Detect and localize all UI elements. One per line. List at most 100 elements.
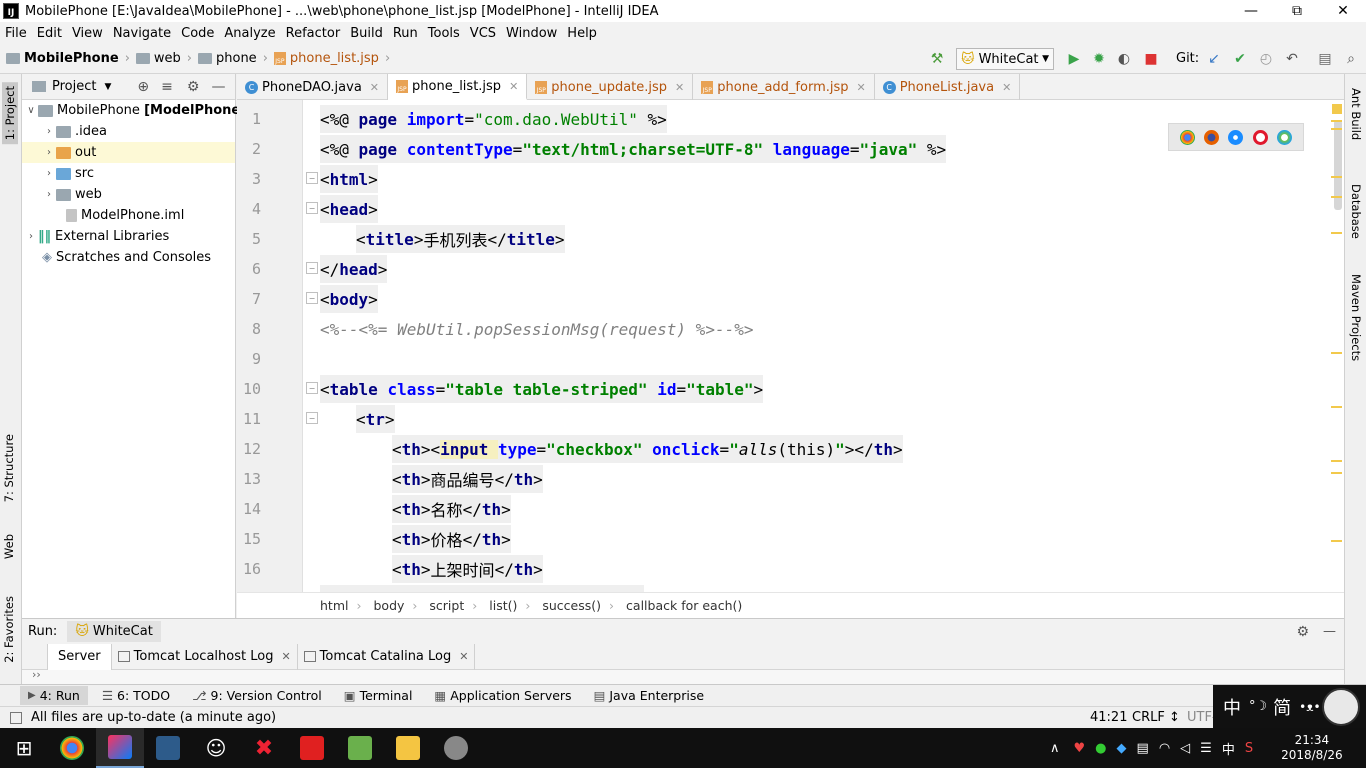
run-output-area[interactable]: ›› [22,668,1344,684]
tool-tab-favorites[interactable]: 2: Favorites [2,596,16,663]
tab-phone-update[interactable]: JSP phone_update.jsp ✕ [527,74,694,100]
ime-punctuation[interactable]: °☽ [1249,699,1267,714]
windows-start-icon[interactable]: ⊞ [0,728,48,768]
tool-tab-maven[interactable]: Maven Projects [1349,274,1363,361]
fold-toggle-icon[interactable]: − [306,382,318,394]
xmind-taskbar-icon[interactable]: ✖ [240,728,288,768]
chrome-taskbar-icon[interactable] [48,728,96,768]
sogou-icon[interactable]: S [1245,741,1253,756]
menu-build[interactable]: Build [345,26,388,41]
fold-toggle-icon[interactable]: − [306,202,318,214]
tool-windows-icon[interactable] [10,711,22,724]
menu-code[interactable]: Code [176,26,219,41]
ime-avatar[interactable] [1322,687,1360,726]
tool-tab-web[interactable]: Web [2,534,16,559]
git-update-icon[interactable]: ↙ [1205,50,1223,68]
fold-toggle-icon[interactable]: − [306,412,318,424]
caret-position[interactable]: 41:21 [1090,710,1127,725]
minimize-button[interactable]: — [1228,0,1274,22]
tree-item-mobilephone[interactable]: ∨ MobilePhone [ModelPhone] [24,100,246,121]
tab-phone-list[interactable]: JSP phone_list.jsp ✕ [388,74,528,100]
project-view-selector[interactable]: Project [52,79,96,94]
hide-icon[interactable]: — [211,79,225,95]
breadcrumb-file[interactable]: JSP phone_list.jsp › [273,51,390,66]
menu-window[interactable]: Window [501,26,562,41]
tab-tomcat-localhost-log[interactable]: Tomcat Localhost Log ✕ [112,643,298,670]
tool-tab-todo[interactable]: ☰ 6: TODO [102,688,170,703]
project-structure-icon[interactable]: ▤ [1316,50,1334,68]
tool-tab-run[interactable]: ▶ 4: Run [20,686,88,705]
tray-app-icon[interactable]: ♥ [1074,741,1086,756]
menu-refactor[interactable]: Refactor [281,26,346,41]
notepad-taskbar-icon[interactable] [336,728,384,768]
chrome-icon[interactable] [1179,129,1195,145]
tab-phone-add-form[interactable]: JSP phone_add_form.jsp ✕ [693,74,875,100]
tree-item-idea[interactable]: › .idea [42,121,107,142]
crumb-callback[interactable]: callback for each() [626,598,742,613]
gear-icon[interactable]: ⚙ [1296,624,1309,640]
warning-stripe[interactable] [1331,128,1342,130]
tree-item-iml[interactable]: ModelPhone.iml [66,205,184,226]
warning-stripe[interactable] [1331,120,1342,122]
tree-item-web[interactable]: › web [42,184,102,205]
tool-tab-project[interactable]: 1: Project [2,82,18,145]
tool-tab-ant-build[interactable]: Ant Build [1349,88,1363,140]
clock[interactable]: 21:34 2018/8/26 [1281,733,1343,763]
warning-stripe[interactable] [1331,406,1342,408]
crumb-success[interactable]: success() [542,598,601,613]
safari-icon[interactable] [1228,129,1244,145]
vscode-taskbar-icon[interactable] [144,728,192,768]
close-icon[interactable]: ✕ [459,650,468,663]
chevron-down-icon[interactable]: ▼ [104,82,111,92]
tree-item-external-libraries[interactable]: › ‖‖ External Libraries [24,226,169,247]
expand-more-icon[interactable]: ›› [32,668,41,681]
search-everywhere-icon[interactable]: ⌕ [1342,50,1360,68]
ime-skin-icon[interactable]: •ᴥ• [1299,700,1320,714]
menu-run[interactable]: Run [388,26,423,41]
menu-navigate[interactable]: Navigate [108,26,176,41]
crumb-list[interactable]: list() [489,598,517,613]
security-icon[interactable]: ◆ [1117,741,1127,756]
warning-stripe[interactable] [1331,540,1342,542]
coverage-icon[interactable]: ◐ [1115,50,1133,68]
app-taskbar-icon[interactable] [432,728,480,768]
git-history-icon[interactable]: ◴ [1257,50,1275,68]
breadcrumb-project[interactable]: MobilePhone › [6,51,130,66]
tab-phonedao[interactable]: C PhoneDAO.java ✕ [237,74,389,100]
close-icon[interactable]: ✕ [509,80,518,93]
warning-stripe[interactable] [1331,196,1342,198]
tab-phonelist-java[interactable]: C PhoneList.java ✕ [875,74,1021,100]
tree-item-out[interactable]: › out [22,142,235,163]
crumb-html[interactable]: html [320,598,348,613]
breadcrumb-phone[interactable]: phone › [198,51,268,66]
git-revert-icon[interactable]: ↶ [1283,50,1301,68]
fold-toggle-icon[interactable]: − [306,172,318,184]
close-icon[interactable]: ✕ [1002,81,1011,94]
warning-stripe[interactable] [1331,176,1342,178]
menu-vcs[interactable]: VCS [465,26,501,41]
restore-button[interactable]: ⧉ [1274,0,1320,22]
tool-tab-structure[interactable]: 7: Structure [2,434,16,502]
youdao-taskbar-icon[interactable] [288,728,336,768]
explorer-taskbar-icon[interactable] [384,728,432,768]
tool-tab-java-enterprise[interactable]: ▤ Java Enterprise [594,688,705,703]
line-separator[interactable]: CRLF ↕ [1132,710,1180,725]
ime-simplified[interactable]: 简 [1273,694,1291,720]
warning-stripe[interactable] [1331,460,1342,462]
ie-icon[interactable] [1277,129,1293,145]
input-language[interactable]: 中 [1222,739,1235,758]
close-icon[interactable]: ✕ [857,81,866,94]
gear-icon[interactable]: ⚙ [187,79,200,95]
breadcrumb-web[interactable]: web › [135,51,192,66]
close-icon[interactable]: ✕ [281,650,290,663]
fold-toggle-icon[interactable]: − [306,262,318,274]
menu-view[interactable]: View [67,26,108,41]
menu-file[interactable]: File [0,26,32,41]
menu-help[interactable]: Help [562,26,602,41]
wechat-icon[interactable]: ● [1095,741,1106,756]
git-commit-icon[interactable]: ✔ [1231,50,1249,68]
close-button[interactable]: ✕ [1320,0,1366,22]
close-icon[interactable]: ✕ [675,81,684,94]
show-hidden-icons[interactable]: ∧ [1050,741,1060,756]
run-icon[interactable]: ▶ [1065,50,1083,68]
